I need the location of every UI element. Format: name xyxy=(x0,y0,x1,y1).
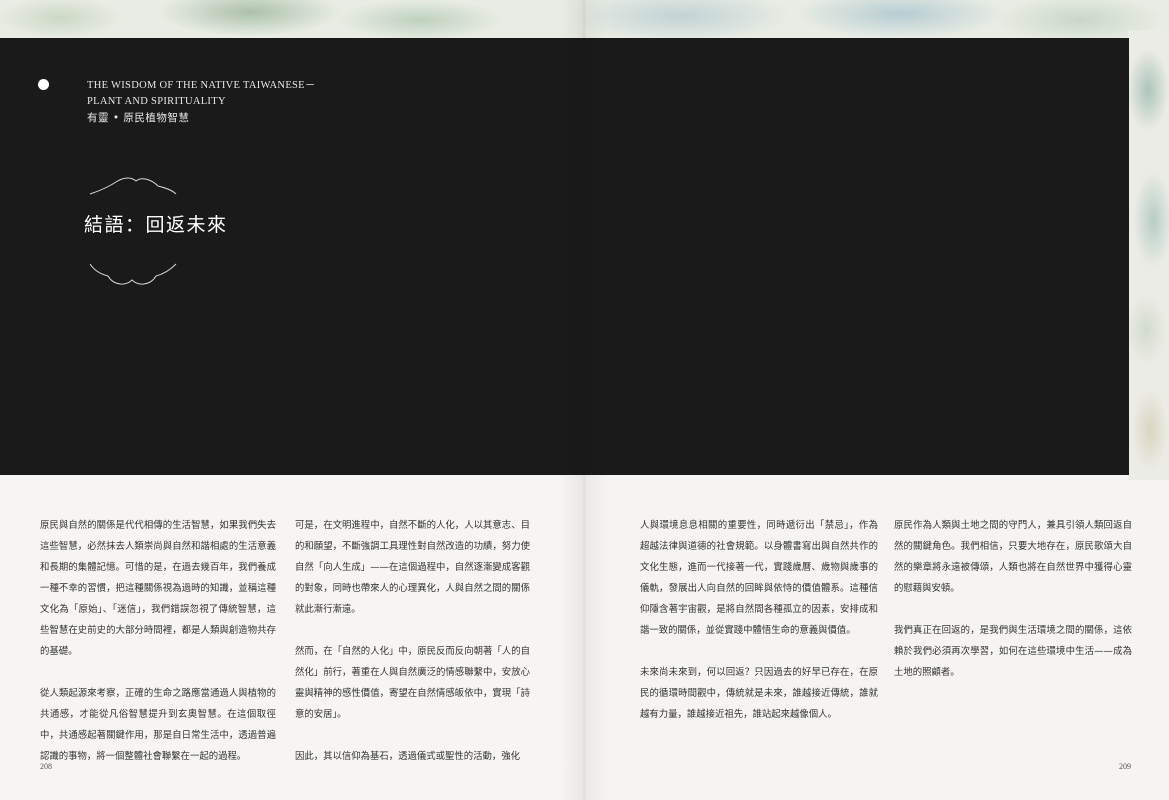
page-gutter xyxy=(560,0,608,800)
section-title: 結語：回返未來 xyxy=(84,214,228,236)
running-header-english: THE WISDOM OF THE NATIVE TAIWANESE－ PLAN… xyxy=(87,78,387,110)
text-column-2: 可是，在文明進程中，自然不斷的人化，人以其意志、目的和願望，不斷強調工具理性對自… xyxy=(295,515,530,767)
paragraph: 人與環境息息相關的重要性，同時遞衍出「禁忌」，作為超越法律與道德的社會規範。以身… xyxy=(640,520,878,636)
text-column-1: 原民與自然的關係是代代相傳的生活智慧，如果我們失去這些智慧，必然抹去人類崇尚與自… xyxy=(40,515,276,767)
header-en-line-1: THE WISDOM OF THE NATIVE TAIWANESE－ xyxy=(87,80,316,91)
header-en-line-2: PLANT AND SPIRITUALITY xyxy=(87,96,226,107)
page-number-right: 209 xyxy=(1119,762,1131,771)
page-number-left: 208 xyxy=(40,762,52,771)
paragraph: 從人類起源來考察，正確的生命之路應當通過人與植物的共通感，才能從凡俗智慧提升到玄… xyxy=(40,688,276,762)
foliage-illustration xyxy=(1128,30,1169,480)
book-spread: THE WISDOM OF THE NATIVE TAIWANESE－ PLAN… xyxy=(0,0,1169,800)
bullet-dot-icon xyxy=(38,79,49,90)
paragraph: 可是，在文明進程中，自然不斷的人化，人以其意志、目的和願望，不斷強調工具理性對自… xyxy=(295,520,530,615)
text-column-3: 人與環境息息相關的重要性，同時遞衍出「禁忌」，作為超越法律與道德的社會規範。以身… xyxy=(640,515,878,725)
running-header-chinese: 有靈 • 原民植物智慧 xyxy=(87,112,190,124)
paragraph: 原民與自然的關係是代代相傳的生活智慧，如果我們失去這些智慧，必然抹去人類崇尚與自… xyxy=(40,520,276,657)
paragraph: 然而，在「自然的人化」中，原民反而反向朝著「人的自然化」前行，著重在人與自然廣泛… xyxy=(295,646,530,720)
text-column-4: 原民作為人類與土地之間的守門人，兼具引領人類回返自然的關鍵角色。我們相信，只要大… xyxy=(894,515,1132,683)
section-title-block: 結語：回返未來 xyxy=(80,176,226,288)
paragraph: 原民作為人類與土地之間的守門人，兼具引領人類回返自然的關鍵角色。我們相信，只要大… xyxy=(894,520,1132,594)
paragraph: 因此，其以信仰為基石，透過儀式或聖性的活動，強化 xyxy=(295,751,521,762)
paragraph: 我們真正在回返的，是我們與生活環境之間的關係，這依賴於我們必須再次學習，如何在這… xyxy=(894,625,1132,678)
paragraph: 未來尚未來到，何以回返？只因過去的好早已存在，在原民的循環時間觀中，傳統就是未來… xyxy=(640,667,878,720)
